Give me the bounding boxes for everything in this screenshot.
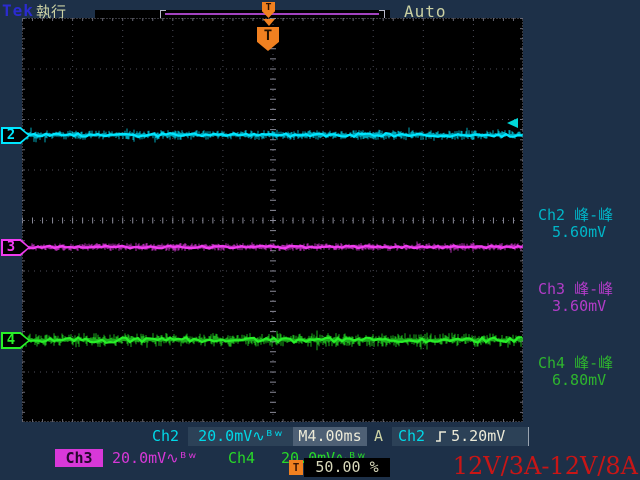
- channel-3-position-marker: 3: [1, 239, 30, 256]
- status-trigger-readout: Ch2 5.20mV: [392, 427, 529, 446]
- status-ch4-label: Ch4: [228, 449, 255, 467]
- measurement-ch4-peak-to-peak: Ch4 峰-峰 6.80mV: [538, 355, 638, 389]
- trigger-level-arrow-icon: [507, 118, 518, 128]
- graticule: [22, 18, 523, 422]
- measurement-ch3-peak-to-peak: Ch3 峰-峰 3.60mV: [538, 281, 638, 315]
- channel-2-marker-number: 2: [1, 127, 21, 144]
- status-ch2-label: Ch2: [152, 427, 179, 446]
- status-ch2-scale: 20.0mV∿ᴮʷ: [188, 427, 293, 446]
- status-ch3-label: Ch3: [55, 449, 103, 467]
- channel-2-position-marker: 2: [1, 127, 30, 144]
- waveform-display: [22, 18, 523, 422]
- trigger-position-arrow-icon: [263, 19, 275, 26]
- measurement-ch2-peak-to-peak: Ch2 峰-峰 5.60mV: [538, 207, 638, 241]
- oscilloscope-screen: { "header": { "brand": "Tek", "run_statu…: [0, 0, 640, 480]
- channel-4-position-marker: 4: [1, 332, 30, 349]
- rising-edge-icon: [435, 430, 447, 443]
- trigger-position-readout: 50.00 %: [304, 458, 390, 477]
- status-acquire-indicator: A: [374, 427, 383, 446]
- measurement-ch3-label: Ch3 峰-峰: [538, 281, 638, 298]
- channel-4-marker-number: 4: [1, 332, 21, 349]
- channel-3-marker-number: 3: [1, 239, 21, 256]
- status-trigger-source: Ch2: [392, 427, 425, 445]
- measurement-ch3-value: 3.60mV: [538, 298, 638, 315]
- test-condition-annotation: 12V/3A-12V/8A: [453, 452, 638, 480]
- status-trigger-level: 5.20mV: [451, 427, 505, 445]
- trigger-position-icon: T: [289, 460, 303, 475]
- measurement-ch4-label: Ch4 峰-峰: [538, 355, 638, 372]
- measurement-ch4-value: 6.80mV: [538, 372, 638, 389]
- status-ch3-scale: 20.0mV∿ᴮʷ: [112, 449, 197, 467]
- status-timebase: M4.00ms: [293, 427, 367, 446]
- measurement-ch2-label: Ch2 峰-峰: [538, 207, 638, 224]
- measurement-ch2-value: 5.60mV: [538, 224, 638, 241]
